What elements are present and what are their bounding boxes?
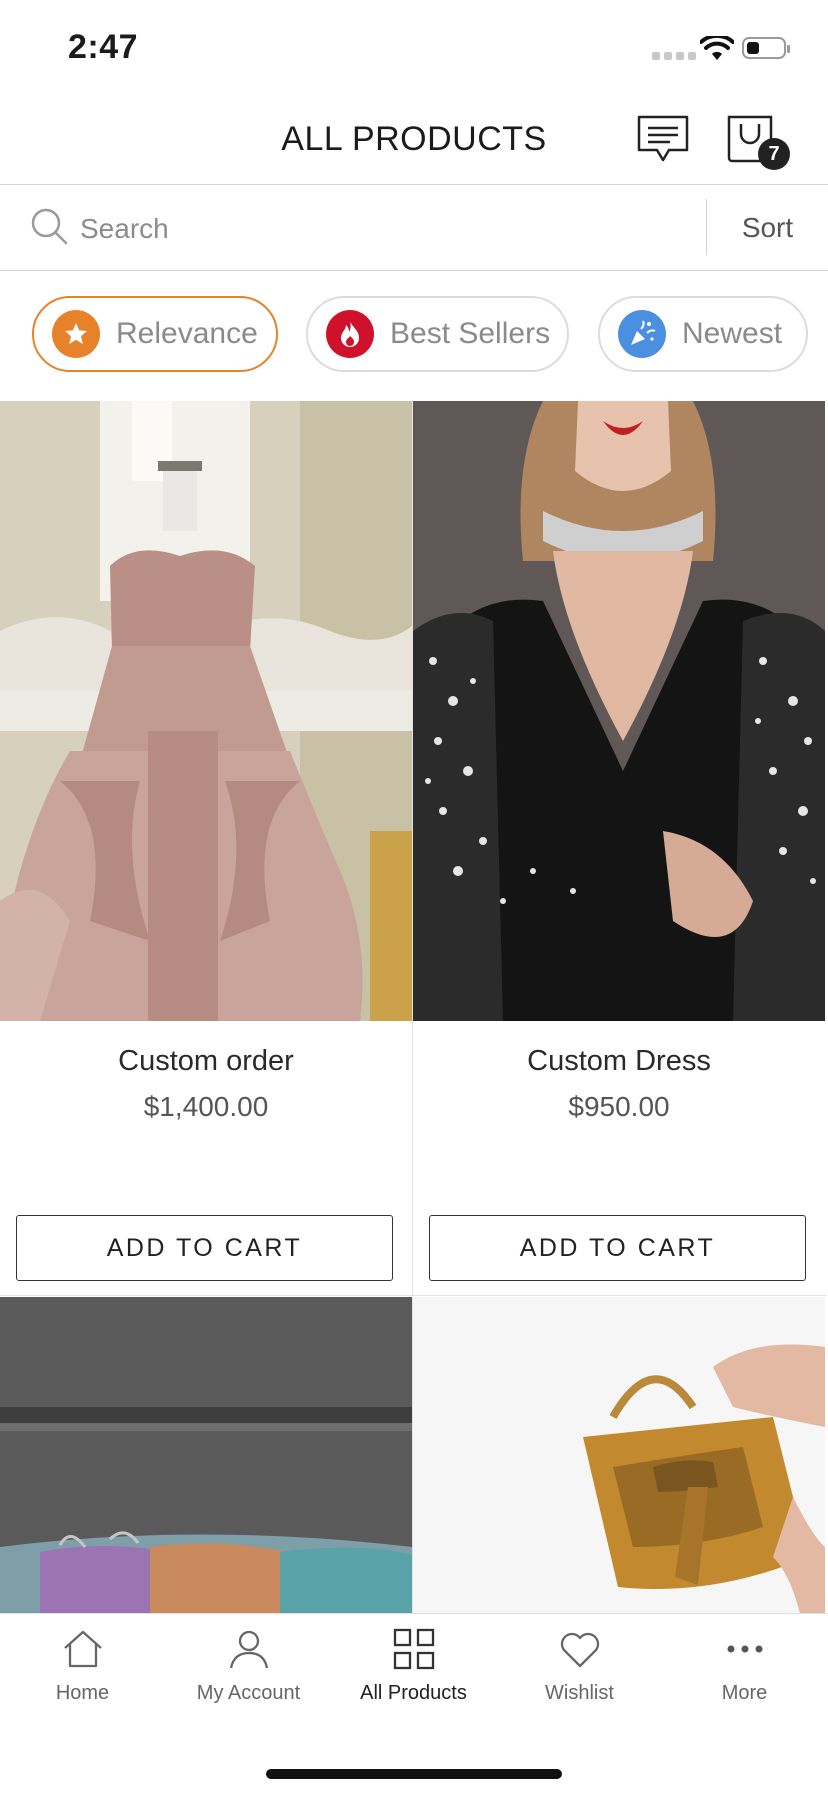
cart-button[interactable]: 7 <box>726 114 790 172</box>
tab-label: Wishlist <box>545 1682 614 1704</box>
page-title: ALL PRODUCTS <box>281 120 547 158</box>
wifi-icon <box>700 36 734 60</box>
tab-all-products[interactable]: All Products <box>331 1626 496 1726</box>
add-to-cart-button[interactable]: ADD TO CART <box>429 1215 806 1281</box>
filter-chip-best-sellers[interactable]: Best Sellers <box>306 296 569 372</box>
status-bar: 2:47 <box>0 0 828 96</box>
product-card[interactable] <box>0 1297 413 1613</box>
cart-count-badge: 7 <box>758 138 790 170</box>
product-image[interactable] <box>0 401 412 1021</box>
filter-chip-label: Newest <box>682 317 783 350</box>
search-input[interactable] <box>78 203 682 255</box>
product-price: $950.00 <box>568 1091 670 1122</box>
filter-chip-newest[interactable]: Newest <box>598 296 808 372</box>
product-grid: Custom order $1,400.00 ADD TO CART Custo… <box>0 401 828 1613</box>
heart-icon <box>560 1632 599 1668</box>
tab-home[interactable]: Home <box>0 1626 165 1726</box>
product-price: $1,400.00 <box>143 1091 269 1122</box>
tab-more[interactable]: More <box>662 1626 827 1726</box>
filter-chip-label: Relevance <box>116 317 258 350</box>
grid-icon <box>393 1628 434 1670</box>
app-header: ALL PRODUCTS 7 <box>0 96 828 185</box>
tab-label: All Products <box>360 1682 467 1704</box>
sort-button[interactable]: Sort <box>707 185 828 270</box>
product-card[interactable]: Custom Dress $950.00 ADD TO CART <box>413 401 826 1296</box>
search-icon <box>31 208 68 245</box>
product-image[interactable] <box>413 401 825 1021</box>
filter-chips: Relevance Best Sellers Newest <box>0 270 828 400</box>
star-icon <box>52 310 100 358</box>
home-icon <box>63 1630 102 1668</box>
more-dots-icon <box>727 1645 762 1653</box>
party-icon <box>618 310 666 358</box>
bottom-tab-bar: Home My Account All Products Wishlist Mo… <box>0 1613 828 1793</box>
battery-icon <box>742 37 790 59</box>
tab-label: Home <box>55 1682 110 1704</box>
cellular-signal-icon <box>652 52 696 60</box>
home-indicator <box>266 1769 562 1779</box>
product-card[interactable]: Custom order $1,400.00 ADD TO CART <box>0 401 413 1296</box>
status-time: 2:47 <box>68 28 139 66</box>
product-name[interactable]: Custom Dress <box>413 1045 825 1078</box>
tab-label: More <box>721 1682 768 1704</box>
product-image[interactable] <box>0 1297 412 1613</box>
product-image[interactable] <box>413 1297 825 1613</box>
filter-chip-relevance[interactable]: Relevance <box>32 296 278 372</box>
user-icon <box>229 1630 268 1669</box>
tab-wishlist[interactable]: Wishlist <box>497 1626 662 1726</box>
filter-chip-label: Best Sellers <box>390 317 551 350</box>
product-card[interactable] <box>413 1297 826 1613</box>
tab-my-account[interactable]: My Account <box>166 1626 331 1726</box>
add-to-cart-button[interactable]: ADD TO CART <box>16 1215 393 1281</box>
search-bar: Sort <box>0 185 828 271</box>
chat-icon[interactable] <box>636 114 690 164</box>
flame-icon <box>326 310 374 358</box>
product-name[interactable]: Custom order <box>0 1045 412 1078</box>
tab-label: My Account <box>196 1682 301 1704</box>
